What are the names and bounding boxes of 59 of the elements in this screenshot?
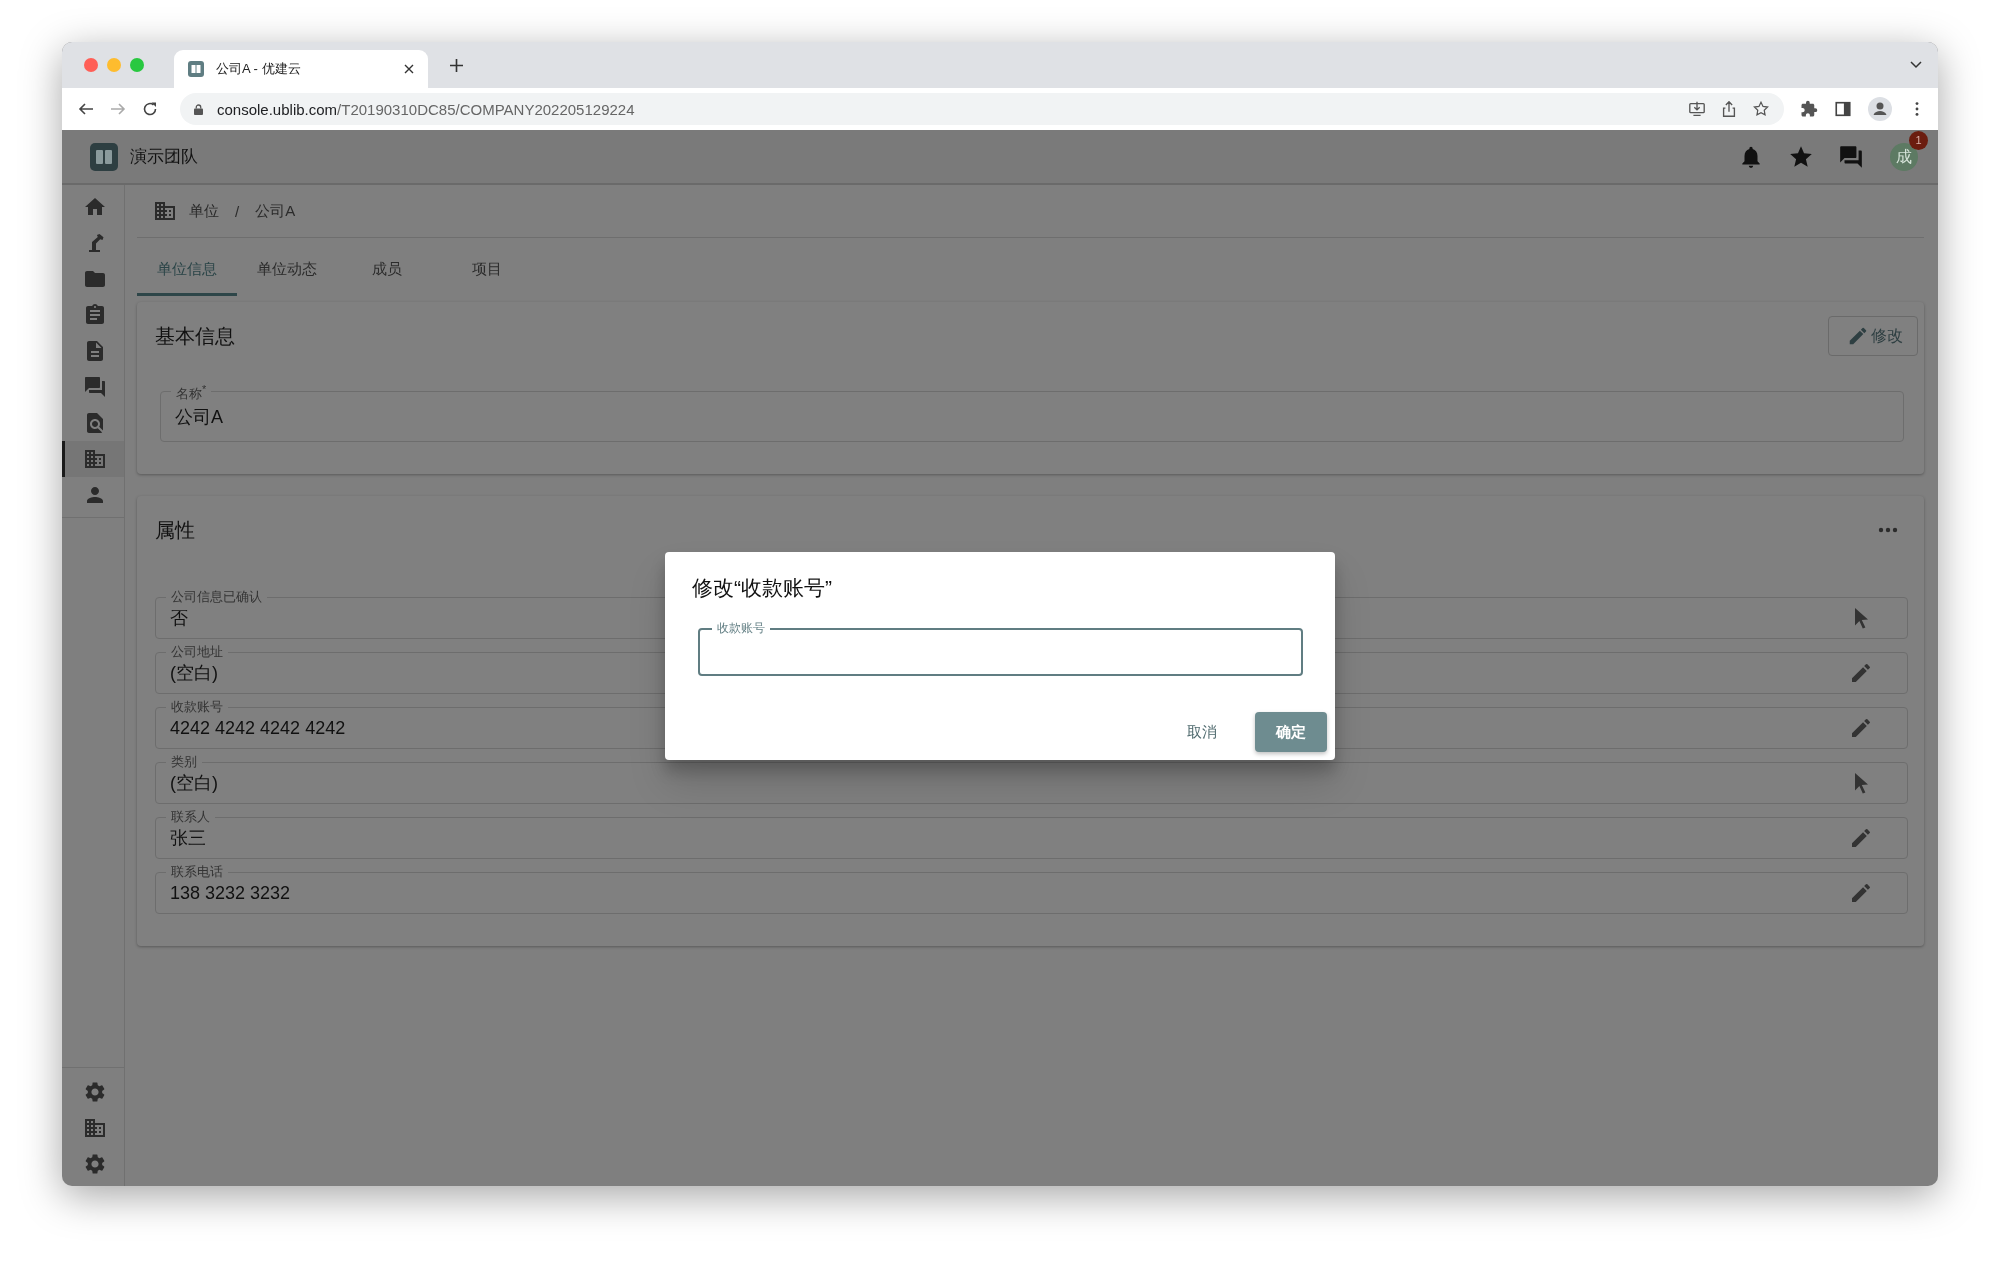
field-value: (空白) [170,662,218,686]
field-value: 138 3232 3232 [170,882,291,904]
edit-button[interactable]: 修改 [1828,316,1918,356]
chevron-down-icon[interactable] [1910,61,1922,69]
breadcrumb-item[interactable]: 单位 [189,201,219,221]
input-field[interactable]: 收款账号 [698,622,1303,676]
app-logo-icon [90,142,118,171]
sidebar-item[interactable] [62,441,124,477]
close-window-icon[interactable] [84,58,98,72]
close-icon[interactable] [404,64,414,74]
reload-icon[interactable] [142,101,158,117]
field-label: 公司地址 [170,645,224,660]
field-label: 名称$^{*}$ [175,382,208,402]
install-icon[interactable] [1688,100,1706,118]
tab[interactable]: 成员 [337,246,437,296]
field-label: 收款账号 [170,700,224,715]
field-label: 联系电话 [170,865,224,880]
building-icon [82,447,107,471]
dialog-title: 修改“收款账号” [692,575,833,601]
field-value: 否 [170,607,188,631]
new-tab-icon[interactable] [450,58,463,72]
bookmark-star-icon[interactable] [1752,100,1770,118]
tab[interactable]: 项目 [437,246,537,296]
user-avatar[interactable]: 成 [1890,142,1918,171]
share-icon[interactable] [1720,100,1738,118]
back-icon[interactable] [78,101,94,117]
field-value: 公司A [175,406,224,430]
url-text: console.ublib.com/T20190310DC85/COMPANY202205129224 [217,100,635,118]
forward-icon[interactable] [110,101,126,117]
address-bar[interactable]: console.ublib.com/T20190310DC85/COMPANY202205129224 [180,93,1784,125]
building-icon [153,199,177,223]
notification-badge: 1 [1909,130,1928,150]
puzzle-icon[interactable] [1800,100,1818,118]
section-title: 属性 [155,517,195,543]
field-value: 4242 4242 4242 4242 [170,717,346,739]
lock-icon [194,103,203,115]
field-label: 联系人 [170,810,211,825]
app-logo-icon [188,61,204,77]
tab[interactable]: 单位动态 [237,246,337,296]
tab[interactable]: 单位信息 [137,246,237,296]
field-label: 类别 [170,755,198,770]
section-title: 基本信息 [155,323,235,349]
breadcrumb-separator: / [235,202,240,220]
building-icon [82,1116,107,1140]
more-icon[interactable] [1878,527,1898,534]
confirm-button[interactable]: 确定 [1255,712,1327,752]
breadcrumb-item[interactable]: 公司A [255,201,296,221]
field-label: 公司信息已确认 [170,590,263,605]
chat-icon [82,375,107,399]
field-value: 张三 [170,827,206,851]
side-panel-icon[interactable] [1834,100,1852,118]
profile-icon[interactable] [1868,97,1892,121]
team-name[interactable]: 演示团队 [130,145,198,168]
browser-tab[interactable]: 公司A - 优建云 [174,50,428,88]
tab-title: 公司A - 优建云 [216,60,302,78]
chat-icon[interactable] [1838,143,1864,170]
cancel-button[interactable]: 取消 [1169,712,1235,752]
pencil-icon [1847,325,1869,347]
field-value: (空白) [170,772,218,796]
